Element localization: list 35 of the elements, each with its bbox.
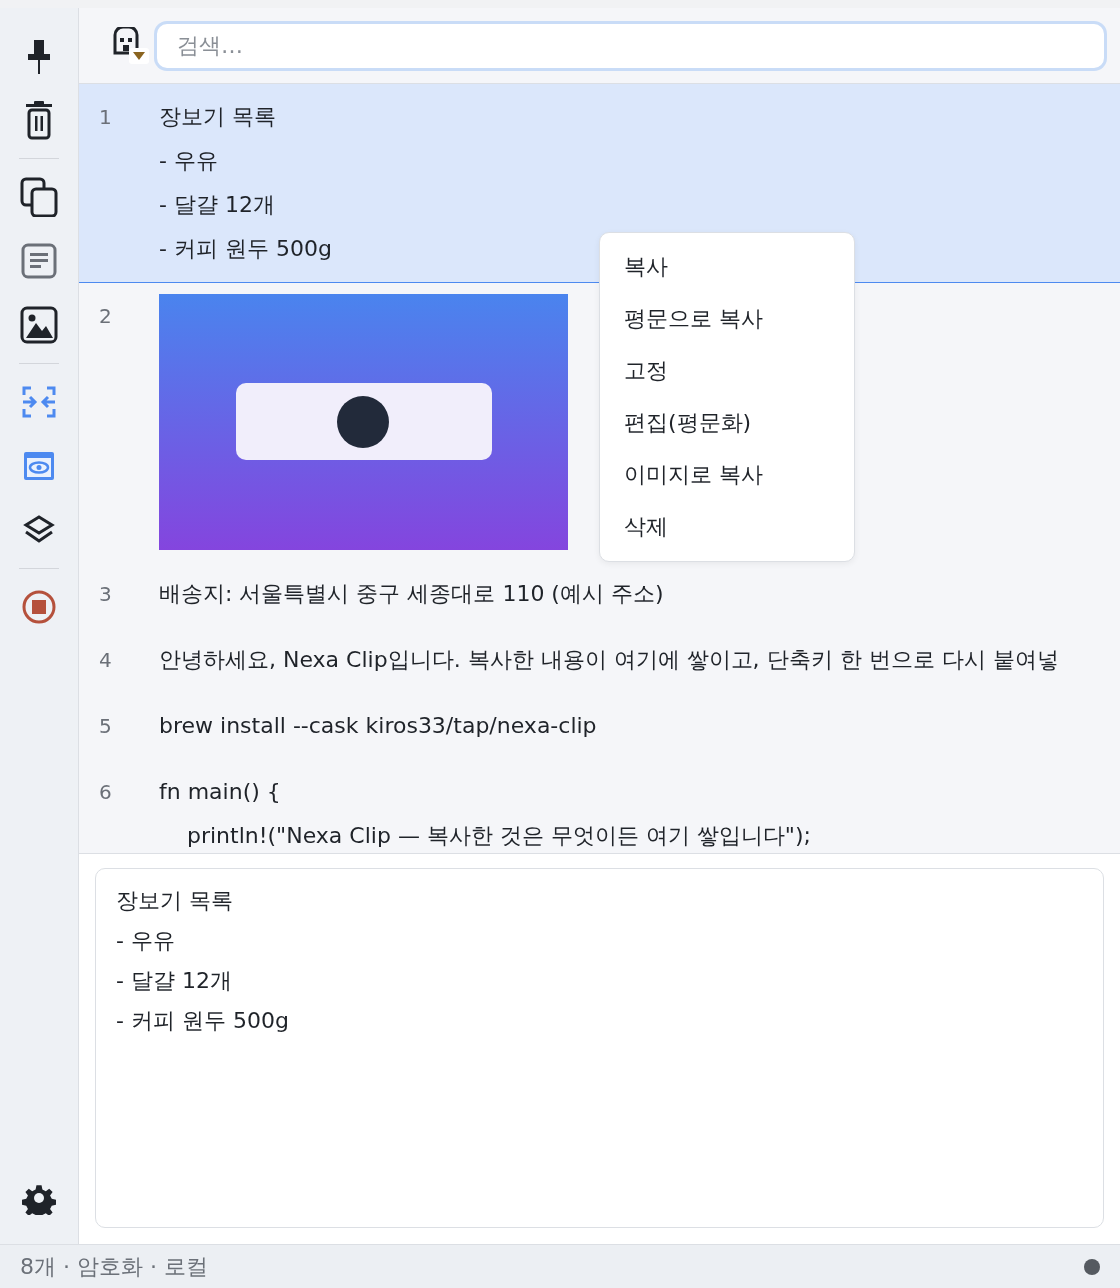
clip-entry[interactable]: 장보기 목록 - 우유 - 달걀 12개 - 커피 원두 500g bbox=[159, 95, 332, 271]
caret-icon[interactable] bbox=[129, 47, 149, 64]
document-icon[interactable] bbox=[21, 243, 57, 279]
menu-item[interactable]: 고정 bbox=[600, 345, 854, 397]
preview-text: - 커피 원두 500g bbox=[116, 1007, 290, 1035]
image-icon[interactable] bbox=[20, 306, 58, 344]
preview-text: - 달걀 12개 bbox=[116, 967, 233, 995]
row-number: 5 bbox=[98, 713, 113, 740]
status-text: 8개 · 암호화 · 로컬 bbox=[20, 1252, 208, 1281]
copy-icon[interactable] bbox=[20, 177, 58, 217]
menu-item[interactable]: 평문으로 복사 bbox=[600, 293, 854, 345]
stop-icon[interactable] bbox=[22, 590, 56, 624]
row-number: 4 bbox=[98, 647, 113, 674]
clip-entry[interactable]: 배송지: 서울특별시 중구 세종대로 110 (예시 주소) bbox=[159, 572, 664, 616]
row-number: 2 bbox=[98, 303, 113, 330]
menu-item[interactable]: 삭제 bbox=[600, 501, 854, 553]
clip-entry[interactable]: 안녕하세요, Nexa Clip입니다. 복사한 내용이 여기에 쌓이고, 단축키 한 번으로 다시 붙여넣 bbox=[159, 638, 1059, 682]
menu-item[interactable]: 편집(평문화) bbox=[600, 397, 854, 449]
row-number: 6 bbox=[98, 779, 113, 806]
trash-icon[interactable] bbox=[24, 100, 54, 140]
row-number: 3 bbox=[98, 581, 113, 608]
menu-item[interactable]: 복사 bbox=[600, 241, 854, 293]
eye-window-icon[interactable] bbox=[23, 451, 55, 481]
row-number: 1 bbox=[98, 104, 113, 131]
search-field[interactable]: 검색… bbox=[157, 23, 1104, 68]
menu-item[interactable]: 이미지로 복사 bbox=[600, 449, 854, 501]
preview-box[interactable]: 장보기 목록 - 우유 - 달걀 12개 - 커피 원두 500g bbox=[95, 868, 1104, 1228]
layers-icon[interactable] bbox=[23, 515, 55, 545]
preview-text: - 우유 bbox=[116, 927, 176, 955]
status-dot bbox=[1084, 1258, 1100, 1275]
pin-icon[interactable] bbox=[25, 38, 53, 74]
preview-text: 장보기 목록 bbox=[116, 887, 234, 915]
clip-entry[interactable]: fn main() { println!("Nexa Clip — 복사한 것은 무엇이든 여기 쌓입니다"); bbox=[159, 770, 811, 853]
clip-entry[interactable]: brew install --cask kiros33/tap/nexa-clip bbox=[159, 704, 597, 748]
collapse-arrows-icon[interactable] bbox=[22, 386, 56, 418]
